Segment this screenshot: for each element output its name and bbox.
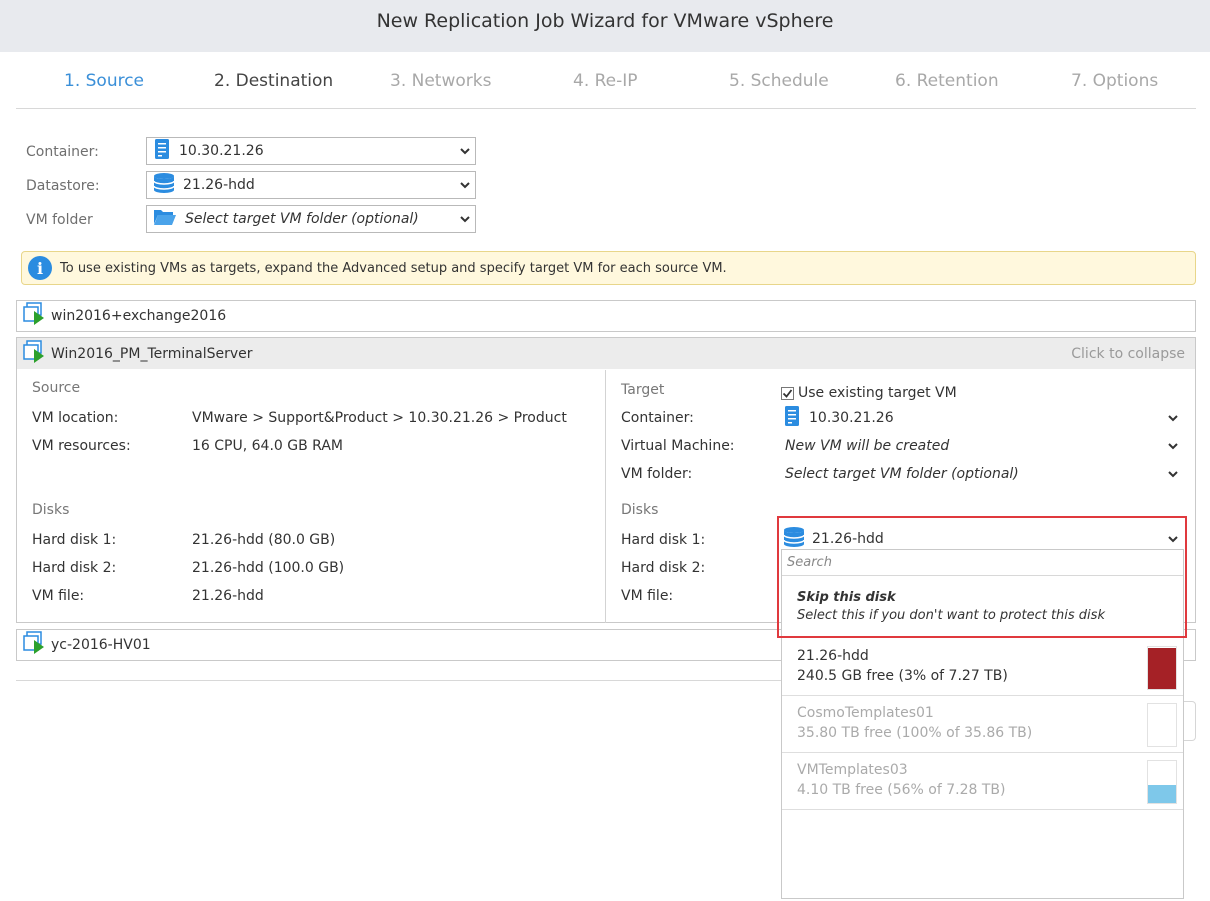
info-text: To use existing VMs as targets, expand t… bbox=[60, 260, 727, 276]
source-disk-label: Hard disk 2: bbox=[32, 560, 117, 576]
step-networks[interactable]: 3. Networks bbox=[390, 71, 491, 91]
datastore-select[interactable]: 21.26-hdd bbox=[146, 171, 476, 199]
vm-resources-label: VM resources: bbox=[32, 438, 131, 454]
source-vmfile-value: 21.26-hdd bbox=[192, 588, 264, 604]
target-vm-label: Virtual Machine: bbox=[621, 438, 735, 454]
use-existing-vm-option[interactable]: Use existing target VM bbox=[781, 385, 957, 401]
info-banner: i To use existing VMs as targets, expand… bbox=[21, 251, 1196, 285]
target-disks-heading: Disks bbox=[621, 502, 659, 518]
step-source[interactable]: 1. Source bbox=[64, 71, 144, 91]
collapse-link[interactable]: Click to collapse bbox=[1071, 346, 1185, 362]
info-icon: i bbox=[28, 256, 52, 280]
chevron-down-icon bbox=[1163, 414, 1183, 422]
target-folder-label: VM folder: bbox=[621, 466, 693, 482]
vm-name: Win2016_PM_TerminalServer bbox=[51, 345, 253, 362]
target-disk-label: Hard disk 1: bbox=[621, 532, 706, 548]
target-folder-select[interactable]: Select target VM folder (optional) bbox=[785, 461, 1183, 487]
datastore-label: Datastore: bbox=[26, 178, 100, 194]
datastore-option-name: VMTemplates03 bbox=[797, 762, 908, 778]
step-destination[interactable]: 2. Destination bbox=[214, 71, 333, 91]
vm-row[interactable]: yc-2016-HV01 bbox=[16, 629, 782, 661]
datastore-option-free: 240.5 GB free (3% of 7.27 TB) bbox=[797, 668, 1008, 684]
target-heading: Target bbox=[621, 382, 665, 398]
vm-folder-label: VM folder bbox=[26, 212, 93, 228]
partially-hidden-button[interactable] bbox=[1183, 701, 1196, 741]
datastore-option[interactable]: CosmoTemplates01 35.80 TB free (100% of … bbox=[782, 696, 1183, 753]
use-existing-label: Use existing target VM bbox=[798, 385, 957, 401]
section-divider bbox=[16, 680, 781, 681]
datastore-option-free: 35.80 TB free (100% of 35.86 TB) bbox=[797, 725, 1033, 741]
target-container-value: 10.30.21.26 bbox=[809, 410, 894, 426]
datastore-option[interactable]: 21.26-hdd 240.5 GB free (3% of 7.27 TB) bbox=[782, 639, 1183, 696]
use-existing-checkbox[interactable] bbox=[781, 386, 794, 400]
datastore-option-name: 21.26-hdd bbox=[797, 648, 869, 664]
vm-row[interactable]: win2016+exchange2016 bbox=[16, 300, 1196, 332]
vm-resources-value: 16 CPU, 64.0 GB RAM bbox=[192, 438, 343, 454]
source-disk-value: 21.26-hdd (80.0 GB) bbox=[192, 532, 336, 548]
datastore-value: 21.26-hdd bbox=[183, 177, 255, 193]
steps-divider bbox=[16, 108, 1196, 109]
vm-location-value: VMware > Support&Product > 10.30.21.26 >… bbox=[192, 410, 567, 426]
vm-icon bbox=[23, 339, 45, 368]
vm-header-expanded[interactable]: Win2016_PM_TerminalServer Click to colla… bbox=[16, 337, 1196, 370]
server-icon bbox=[783, 405, 801, 431]
vm-location-label: VM location: bbox=[32, 410, 119, 426]
datastore-usage-bar bbox=[1147, 646, 1177, 690]
datastore-option[interactable]: VMTemplates03 4.10 TB free (56% of 7.28 … bbox=[782, 753, 1183, 810]
step-options[interactable]: 7. Options bbox=[1071, 71, 1158, 91]
highlight-outline bbox=[777, 516, 1187, 638]
chevron-down-icon bbox=[455, 215, 475, 223]
source-disk-value: 21.26-hdd (100.0 GB) bbox=[192, 560, 345, 576]
folder-icon bbox=[153, 207, 177, 231]
usage-fill bbox=[1148, 648, 1176, 689]
datastore-option-free: 4.10 TB free (56% of 7.28 TB) bbox=[797, 782, 1006, 798]
datastore-option-name: CosmoTemplates01 bbox=[797, 705, 934, 721]
target-vm-value: New VM will be created bbox=[785, 438, 950, 454]
vm-name: win2016+exchange2016 bbox=[51, 308, 227, 324]
step-re-ip[interactable]: 4. Re-IP bbox=[573, 71, 638, 91]
vm-icon bbox=[23, 631, 45, 659]
source-heading: Source bbox=[32, 380, 81, 396]
window-titlebar: New Replication Job Wizard for VMware vS… bbox=[0, 0, 1210, 52]
container-select[interactable]: 10.30.21.26 bbox=[146, 137, 476, 165]
datastore-usage-bar bbox=[1147, 760, 1177, 804]
vm-folder-placeholder: Select target VM folder (optional) bbox=[185, 211, 419, 227]
container-label: Container: bbox=[26, 144, 99, 160]
vm-icon bbox=[23, 302, 45, 330]
panel-divider bbox=[605, 370, 606, 623]
target-disk-label: Hard disk 2: bbox=[621, 560, 706, 576]
vm-folder-select[interactable]: Select target VM folder (optional) bbox=[146, 205, 476, 233]
vm-name: yc-2016-HV01 bbox=[51, 637, 151, 653]
window-title: New Replication Job Wizard for VMware vS… bbox=[376, 10, 834, 32]
target-folder-value: Select target VM folder (optional) bbox=[785, 466, 1019, 482]
server-icon bbox=[153, 138, 171, 164]
datastore-icon bbox=[153, 172, 175, 198]
target-container-label: Container: bbox=[621, 410, 694, 426]
step-schedule[interactable]: 5. Schedule bbox=[729, 71, 829, 91]
chevron-down-icon bbox=[1163, 442, 1183, 450]
target-vmfile-label: VM file: bbox=[621, 588, 674, 604]
container-value: 10.30.21.26 bbox=[179, 143, 264, 159]
chevron-down-icon bbox=[455, 147, 475, 155]
source-vmfile-label: VM file: bbox=[32, 588, 85, 604]
chevron-down-icon bbox=[455, 181, 475, 189]
step-retention[interactable]: 6. Retention bbox=[895, 71, 999, 91]
chevron-down-icon bbox=[1163, 470, 1183, 478]
target-container-select[interactable]: 10.30.21.26 bbox=[783, 405, 1183, 431]
target-vm-select[interactable]: New VM will be created bbox=[785, 433, 1183, 459]
source-disks-heading: Disks bbox=[32, 502, 70, 518]
datastore-usage-bar bbox=[1147, 703, 1177, 747]
source-disk-label: Hard disk 1: bbox=[32, 532, 117, 548]
usage-fill bbox=[1148, 784, 1176, 803]
